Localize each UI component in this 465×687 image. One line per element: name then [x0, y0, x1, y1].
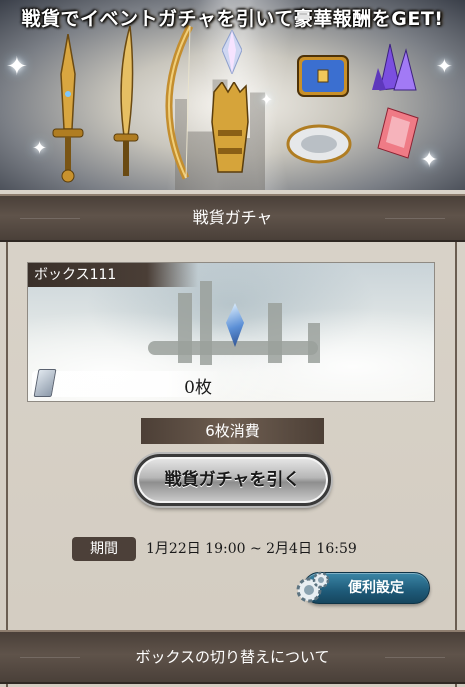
treasure-chest-icon [297, 55, 349, 97]
gear-icon [296, 571, 330, 603]
draw-gacha-button[interactable]: 戦貨ガチャを引く [134, 454, 331, 506]
gauntlet-icon [211, 82, 249, 173]
ticket-count: 0枚 [184, 378, 212, 398]
sparkle-icon: ✦ [32, 138, 48, 159]
gacha-section-header: 戦貨ガチャ [0, 194, 465, 242]
silver-plate-icon [286, 124, 352, 164]
box-label: ボックス111 [28, 263, 198, 287]
box-switch-title: ボックスの切り替えについて [135, 648, 330, 666]
ruin-pillar [148, 341, 318, 355]
sparkle-icon: ✦ [436, 54, 453, 78]
box-card: ボックス111 0枚 [27, 262, 435, 402]
crystal-icon [222, 30, 242, 74]
sword-icon [113, 26, 139, 176]
ruin-pillar [308, 323, 320, 363]
sparkle-icon: ✦ [6, 52, 28, 82]
gacha-section-title: 戦貨ガチャ [192, 208, 273, 227]
banner-title: 戦貨でイベントガチャを引いて豪華報酬をGET! [21, 8, 444, 30]
event-banner: ✦ ✦ ✦ ✦ ✦ 戦貨でイベントガチャを引いて豪華報酬をGET! [0, 0, 465, 190]
sparkle-icon: ✦ [420, 148, 439, 173]
sparkle-icon: ✦ [260, 90, 274, 109]
cost-label: 6枚消費 [141, 418, 324, 444]
box-switch-header[interactable]: ボックスの切り替えについて [0, 630, 465, 684]
purple-crystal-icon [372, 43, 417, 91]
period-value: 1月22日 19:00 ~ 2月4日 16:59 [146, 541, 357, 557]
sword-icon [52, 34, 84, 183]
red-crystal-icon [377, 107, 419, 159]
bow-icon [165, 24, 194, 180]
period-label: 期間 [72, 537, 136, 561]
